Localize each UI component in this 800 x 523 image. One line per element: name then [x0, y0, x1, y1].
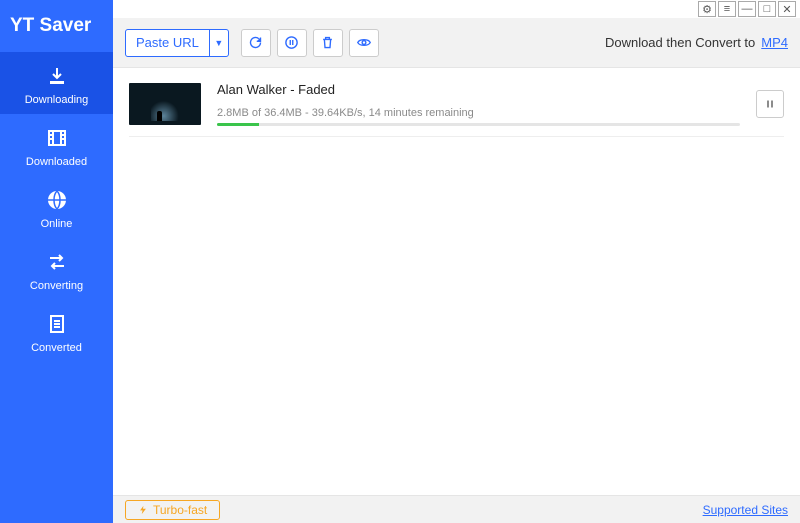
lightning-icon: [138, 504, 148, 516]
download-arrow-icon: [43, 62, 71, 90]
document-icon: [43, 310, 71, 338]
resume-all-button[interactable]: [241, 29, 271, 57]
menu-button[interactable]: ≡: [718, 1, 736, 17]
sidebar-item-converted[interactable]: Converted: [0, 300, 113, 362]
main: ⚙ ≡ — □ ✕ Paste URL ▼: [113, 0, 800, 523]
download-row: Alan Walker - Faded 2.8MB of 36.4MB - 39…: [129, 82, 784, 137]
download-title: Alan Walker - Faded: [217, 82, 740, 97]
minimize-icon: —: [742, 3, 753, 15]
sidebar-item-downloading[interactable]: Downloading: [0, 52, 113, 114]
maximize-button[interactable]: □: [758, 1, 776, 17]
sidebar-item-downloaded[interactable]: Downloaded: [0, 114, 113, 176]
pause-all-button[interactable]: [277, 29, 307, 57]
pause-icon: [764, 98, 776, 110]
tool-icons: [241, 29, 379, 57]
sidebar-item-converting[interactable]: Converting: [0, 238, 113, 300]
settings-button[interactable]: ⚙: [698, 1, 716, 17]
delete-button[interactable]: [313, 29, 343, 57]
sidebar: YT Saver Downloading Downloaded Online: [0, 0, 113, 523]
gear-icon: ⚙: [702, 3, 712, 16]
close-button[interactable]: ✕: [778, 1, 796, 17]
download-status: 2.8MB of 36.4MB - 39.64KB/s, 14 minutes …: [217, 107, 740, 119]
globe-icon: [43, 186, 71, 214]
progress-fill: [217, 123, 259, 126]
close-icon: ✕: [782, 3, 791, 16]
turbo-fast-button[interactable]: Turbo-fast: [125, 500, 220, 520]
output-format-link[interactable]: MP4: [761, 35, 788, 50]
toolbar: Paste URL ▼ Download then Convert to: [113, 18, 800, 68]
supported-sites-link[interactable]: Supported Sites: [703, 503, 788, 517]
pause-circle-icon: [284, 35, 299, 50]
chevron-down-icon[interactable]: ▼: [210, 30, 228, 56]
footer: Turbo-fast Supported Sites: [113, 495, 800, 523]
minimize-button[interactable]: —: [738, 1, 756, 17]
sidebar-item-label: Online: [41, 218, 73, 230]
sidebar-item-label: Downloaded: [26, 156, 87, 168]
sidebar-item-label: Converting: [30, 280, 83, 292]
video-thumbnail: [129, 83, 201, 125]
paste-url-button[interactable]: Paste URL ▼: [125, 29, 229, 57]
refresh-icon: [248, 35, 263, 50]
sidebar-item-online[interactable]: Online: [0, 176, 113, 238]
eye-icon: [356, 35, 372, 50]
maximize-icon: □: [764, 3, 771, 15]
menu-icon: ≡: [724, 3, 730, 15]
sidebar-item-label: Downloading: [25, 94, 89, 106]
paste-url-label: Paste URL: [126, 30, 210, 56]
turbo-label: Turbo-fast: [153, 503, 207, 517]
nav: Downloading Downloaded Online Converting: [0, 52, 113, 362]
app-logo: YT Saver: [0, 0, 113, 52]
pause-download-button[interactable]: [756, 90, 784, 118]
film-icon: [43, 124, 71, 152]
download-info: Alan Walker - Faded 2.8MB of 36.4MB - 39…: [217, 82, 740, 126]
trash-icon: [320, 35, 335, 50]
convert-label: Download then Convert to: [605, 35, 755, 50]
preview-button[interactable]: [349, 29, 379, 57]
sidebar-item-label: Converted: [31, 342, 82, 354]
download-list: Alan Walker - Faded 2.8MB of 36.4MB - 39…: [113, 68, 800, 495]
convert-arrows-icon: [43, 248, 71, 276]
titlebar: ⚙ ≡ — □ ✕: [113, 0, 800, 18]
progress-bar: [217, 123, 740, 126]
